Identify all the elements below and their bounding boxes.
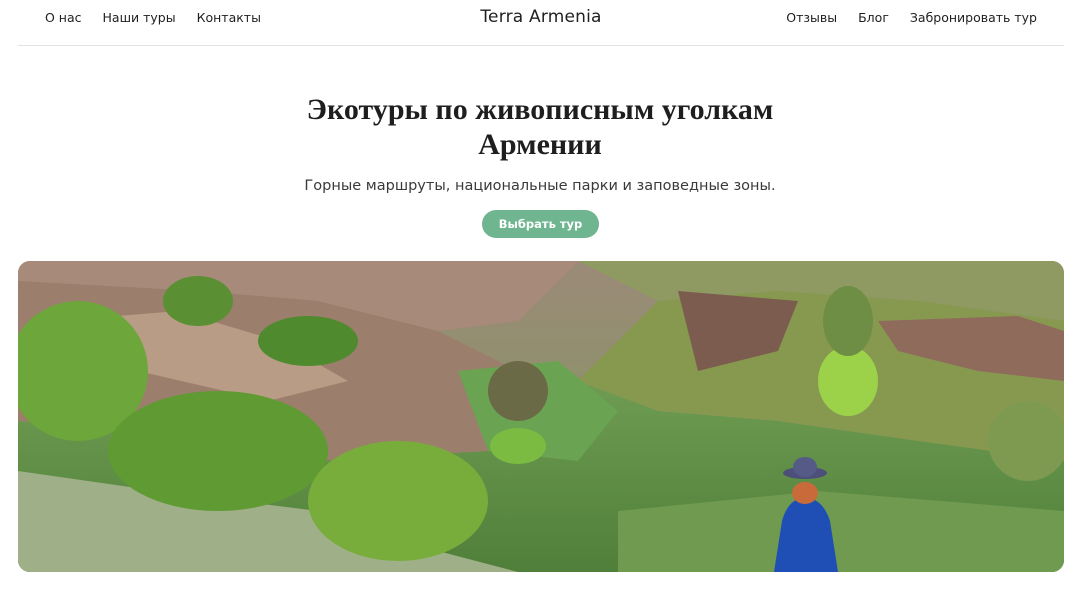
nav-link-blog[interactable]: Блог bbox=[858, 10, 889, 26]
hero-subtitle: Горные маршруты, национальные парки и за… bbox=[304, 178, 776, 194]
nav-link-book-tour[interactable]: Забронировать тур bbox=[910, 10, 1037, 26]
hero-title: Экотуры по живописным уголкам Армении bbox=[0, 92, 1080, 162]
nav-right: Отзывы Блог Забронировать тур bbox=[786, 10, 1037, 26]
choose-tour-button[interactable]: Выбрать тур bbox=[482, 210, 599, 238]
nav-link-reviews[interactable]: Отзывы bbox=[786, 10, 837, 26]
hero-title-line2: Армении bbox=[478, 128, 602, 161]
hero-image bbox=[18, 261, 1064, 572]
landscape-illustration bbox=[18, 261, 1064, 572]
hero-title-line1: Экотуры по живописным уголкам bbox=[306, 93, 774, 126]
site-header: О нас Наши туры Контакты Terra Armenia О… bbox=[18, 0, 1064, 46]
